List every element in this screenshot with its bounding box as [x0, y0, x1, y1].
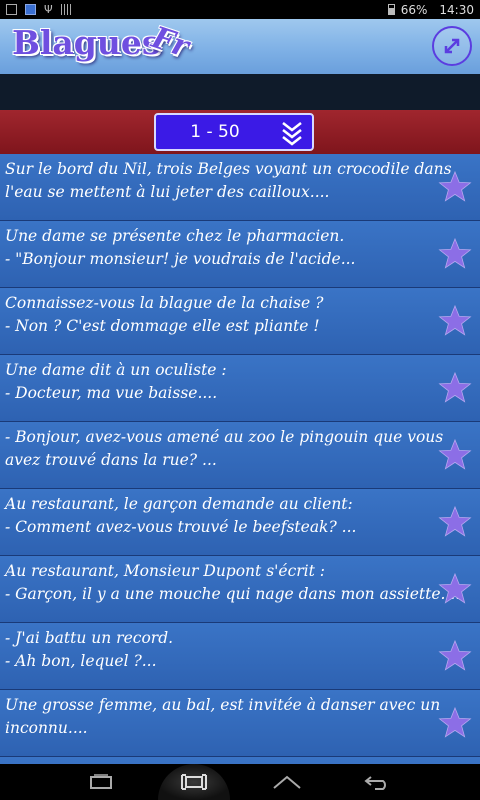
home-icon — [273, 775, 301, 789]
expand-icon — [444, 38, 460, 54]
joke-line-2: - "Bonjour monsieur! je voudrais de l'ac… — [5, 250, 356, 268]
app-notification-icon — [25, 4, 36, 15]
favorite-star-icon[interactable] — [437, 572, 473, 606]
page-range-selector[interactable]: 1 - 50 — [154, 113, 314, 151]
joke-preview: Une dame se présente chez le pharmacien.… — [5, 225, 425, 271]
navigation-bar — [0, 764, 480, 800]
favorite-star-icon[interactable] — [437, 639, 473, 673]
joke-line-1: Sur le bord du Nil, trois Belges voyant … — [5, 160, 452, 178]
joke-line-1: Au restaurant, Monsieur Dupont s'écrit : — [5, 562, 326, 580]
joke-preview: Sur le bord du Nil, trois Belges voyant … — [5, 158, 452, 204]
app-header: Blagues Fr — [0, 19, 480, 74]
favorite-star-icon[interactable] — [437, 237, 473, 271]
joke-list-item[interactable]: - J'ai battu un record. - Ah bon, lequel … — [0, 623, 480, 690]
favorite-star-icon[interactable] — [437, 706, 473, 740]
home-button[interactable] — [262, 764, 312, 800]
favorite-star-icon[interactable] — [437, 371, 473, 405]
joke-line-1: Une dame se présente chez le pharmacien. — [5, 227, 345, 245]
joke-preview: Au restaurant, Monsieur Dupont s'écrit :… — [5, 560, 461, 606]
joke-line-2: - Comment avez-vous trouvé le beefsteak?… — [5, 518, 357, 536]
joke-preview: Une grosse femme, au bal, est invitée à … — [5, 694, 441, 740]
battery-level: 66% — [400, 2, 428, 17]
back-button[interactable] — [352, 764, 402, 800]
favorite-star-icon[interactable] — [437, 304, 473, 338]
joke-list-item[interactable]: Connaissez-vous la blague de la chaise ?… — [0, 288, 480, 355]
joke-preview: Au restaurant, le garçon demande au clie… — [5, 493, 425, 539]
joke-list: Sur le bord du Nil, trois Belges voyant … — [0, 154, 480, 800]
joke-line-2: l'eau se mettent à lui jeter des caillou… — [5, 183, 330, 201]
status-bar: Ψ 66% 14:30 — [0, 0, 480, 19]
joke-preview: Une dame dit à un oculiste : - Docteur, m… — [5, 359, 425, 405]
favorite-star-icon[interactable] — [437, 505, 473, 539]
joke-line-1: - Bonjour, avez-vous amené au zoo le pin… — [5, 428, 444, 446]
favorite-star-icon[interactable] — [437, 438, 473, 472]
clock: 14:30 — [439, 2, 474, 17]
recent-apps-icon — [90, 774, 112, 789]
fullscreen-button[interactable] — [432, 26, 472, 66]
joke-line-1: Connaissez-vous la blague de la chaise ? — [5, 294, 324, 312]
joke-line-1: Au restaurant, le garçon demande au clie… — [5, 495, 353, 513]
usb-icon: Ψ — [44, 3, 53, 16]
barcode-icon — [60, 4, 71, 15]
joke-list-item[interactable]: Une dame dit à un oculiste : - Docteur, m… — [0, 355, 480, 422]
joke-list-item[interactable]: - Bonjour, avez-vous amené au zoo le pin… — [0, 422, 480, 489]
app-logo: Blagues — [12, 23, 161, 62]
joke-list-item[interactable]: Au restaurant, Monsieur Dupont s'écrit :… — [0, 556, 480, 623]
pager-bar: 1 - 50 — [0, 110, 480, 154]
joke-list-item[interactable]: Une grosse femme, au bal, est invitée à … — [0, 690, 480, 757]
joke-line-2: - Garçon, il y a une mouche qui nage dan… — [5, 585, 461, 603]
joke-line-2: - Docteur, ma vue baisse.... — [5, 384, 218, 402]
screen-switch-button[interactable] — [158, 764, 230, 800]
double-chevron-down-icon — [282, 122, 302, 146]
joke-list-item[interactable]: Au restaurant, le garçon demande au clie… — [0, 489, 480, 556]
joke-line-2: - Ah bon, lequel ?... — [5, 652, 157, 670]
joke-line-1: Une dame dit à un oculiste : — [5, 361, 227, 379]
joke-line-1: - J'ai battu un record. — [5, 629, 174, 647]
back-icon — [364, 776, 386, 790]
joke-preview: - J'ai battu un record. - Ah bon, lequel … — [5, 627, 425, 673]
page-range-label: 1 - 50 — [190, 122, 240, 142]
joke-list-item[interactable]: Une dame se présente chez le pharmacien.… — [0, 221, 480, 288]
favorite-star-icon[interactable] — [437, 170, 473, 204]
recent-apps-button[interactable] — [76, 764, 126, 800]
joke-line-1: Une grosse femme, au bal, est invitée à … — [5, 696, 441, 714]
image-notification-icon — [6, 4, 17, 15]
joke-line-2: inconnu.... — [5, 719, 88, 737]
joke-line-2: - Non ? C'est dommage elle est pliante ! — [5, 317, 320, 335]
joke-list-item[interactable]: Sur le bord du Nil, trois Belges voyant … — [0, 154, 480, 221]
joke-preview: - Bonjour, avez-vous amené au zoo le pin… — [5, 426, 444, 472]
joke-preview: Connaissez-vous la blague de la chaise ?… — [5, 292, 425, 338]
joke-line-2: avez trouvé dans la rue? ... — [5, 451, 217, 469]
battery-icon — [387, 4, 395, 15]
ad-strip — [0, 74, 480, 110]
screen-switch-icon — [181, 774, 207, 790]
